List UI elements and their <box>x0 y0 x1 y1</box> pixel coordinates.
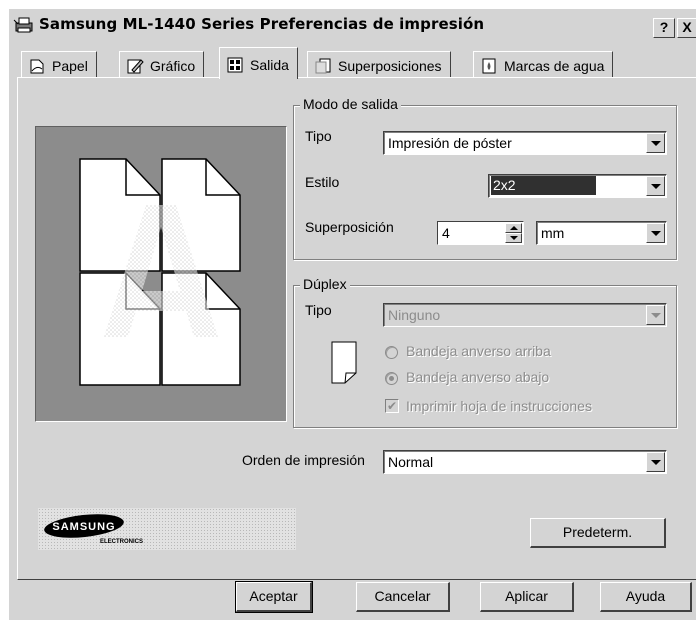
chevron-down-icon[interactable] <box>646 176 665 196</box>
close-button[interactable]: X <box>677 18 696 38</box>
print-order-label: Orden de impresión <box>242 452 365 468</box>
spin-down-icon[interactable] <box>505 233 522 243</box>
help-title-button[interactable]: ? <box>653 18 675 38</box>
samsung-logo-mark: SAMSUNG ELECTRONICS <box>44 514 143 545</box>
chevron-down-icon[interactable] <box>646 133 665 153</box>
output-style-value: 2x2 <box>491 176 596 195</box>
title-bar: Samsung ML-1440 Series Preferencias de i… <box>9 9 696 43</box>
duplex-face-down-radio[interactable] <box>385 372 398 385</box>
chevron-down-icon[interactable] <box>646 305 665 325</box>
tab-salida[interactable]: Salida <box>219 47 298 79</box>
output-type-label: Tipo <box>305 128 332 144</box>
tab-label: Salida <box>250 56 289 73</box>
overlap-label: Superposición <box>305 219 394 235</box>
duplex-legend: Dúplex <box>300 276 350 292</box>
overlap-stepper[interactable]: 4 <box>437 221 524 245</box>
overlap-unit-value: mm <box>541 225 565 241</box>
help-button[interactable]: Ayuda <box>600 582 692 612</box>
tab-marcas-de-agua[interactable]: Marcas de agua <box>473 51 614 77</box>
window-title: Samsung ML-1440 Series Preferencias de i… <box>39 15 485 33</box>
samsung-logo-sub: ELECTRONICS <box>100 539 143 545</box>
duplex-face-down-label: Bandeja anverso abajo <box>406 369 550 385</box>
tab-label: Gráfico <box>150 57 196 74</box>
output-style-select[interactable]: 2x2 <box>488 174 667 198</box>
output-type-value: Impresión de póster <box>388 135 512 151</box>
output-mode-legend: Modo de salida <box>300 96 401 112</box>
chevron-down-icon[interactable] <box>646 223 665 243</box>
accept-button[interactable]: Aceptar <box>235 581 313 613</box>
duplex-face-up-label: Bandeja anverso arriba <box>406 343 551 359</box>
print-order-value: Normal <box>388 454 434 470</box>
overlap-value: 4 <box>442 225 450 241</box>
watermark-icon <box>482 58 496 73</box>
tab-superposiciones[interactable]: Superposiciones <box>307 51 451 77</box>
samsung-logo: SAMSUNG ELECTRONICS <box>38 508 296 550</box>
apply-button[interactable]: Aplicar <box>480 582 574 612</box>
spin-up-icon[interactable] <box>505 223 522 233</box>
instructions-label: Imprimir hoja de instrucciones <box>406 398 592 414</box>
tab-grafico[interactable]: Gráfico <box>119 51 205 77</box>
tab-label: Papel <box>52 57 88 74</box>
graphic-icon <box>127 58 144 73</box>
print-order-select[interactable]: Normal <box>383 450 667 474</box>
cancel-button[interactable]: Cancelar <box>356 582 450 612</box>
tab-label: Superposiciones <box>338 57 442 74</box>
duplex-type-label: Tipo <box>305 302 332 318</box>
duplex-page-icon <box>331 341 357 384</box>
duplex-type-value: Ninguno <box>388 307 441 323</box>
output-type-select[interactable]: Impresión de póster <box>383 131 667 155</box>
tab-papel[interactable]: Papel <box>21 51 97 77</box>
tab-label: Marcas de agua <box>504 57 605 74</box>
samsung-logo-brand: SAMSUNG <box>52 521 115 533</box>
paper-icon <box>30 59 44 73</box>
overlay-icon <box>315 58 331 73</box>
duplex-face-up-radio[interactable] <box>385 346 398 359</box>
duplex-type-select[interactable]: Ninguno <box>383 303 667 327</box>
poster-pages-illustration <box>79 158 241 386</box>
defaults-button[interactable]: Predeterm. <box>530 518 666 548</box>
output-icon <box>227 57 243 72</box>
output-style-label: Estilo <box>305 174 340 190</box>
chevron-down-icon[interactable] <box>646 452 665 472</box>
overlap-unit-select[interactable]: mm <box>536 221 667 245</box>
printer-icon <box>13 17 33 33</box>
poster-preview <box>35 126 287 422</box>
instructions-checkbox[interactable]: ✔ <box>385 399 399 413</box>
